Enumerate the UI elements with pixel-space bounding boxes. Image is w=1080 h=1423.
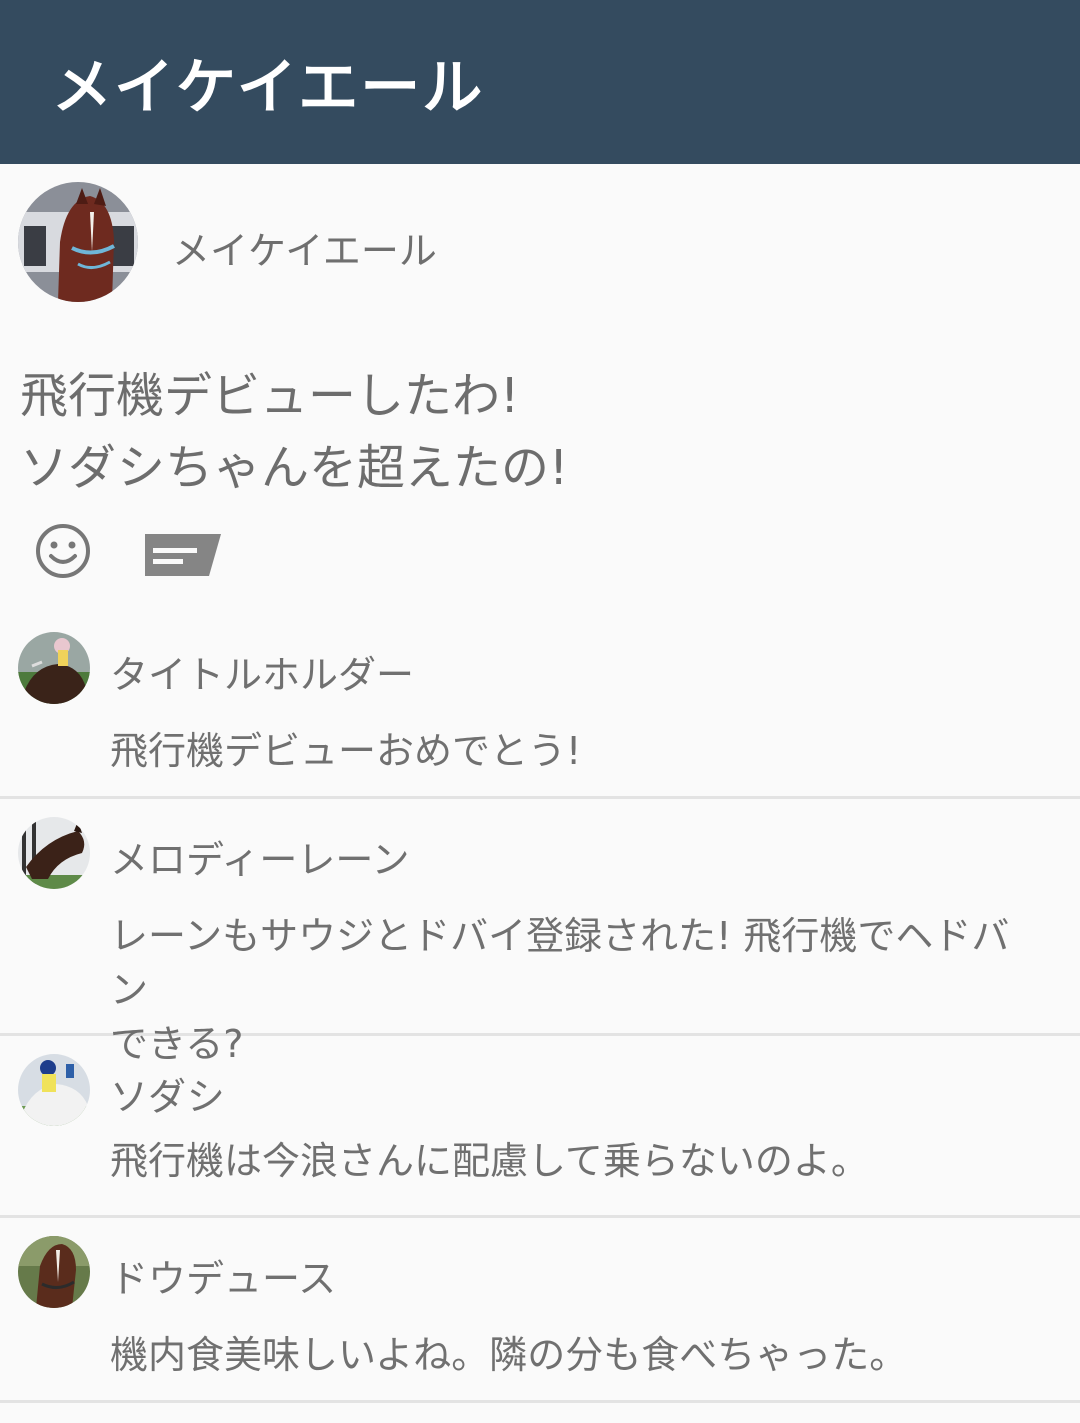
comment-text-line: レーンもサウジとドバイ登録された! 飛行機でヘドバン — [110, 914, 1010, 1012]
comment-text: 機内食美味しいよね。隣の分も食べちゃった。 — [110, 1333, 908, 1377]
commenter-avatar[interactable] — [18, 632, 90, 704]
commenter-name[interactable]: タイトルホルダー — [110, 644, 414, 699]
commenter-name[interactable]: メロディーレーン — [110, 829, 409, 884]
commenter-name[interactable]: ドウデュース — [110, 1248, 336, 1303]
author-avatar[interactable] — [18, 182, 138, 302]
comment-item: ソダシ 飛行機は今浪さんに配慮して乗らないのよ。 — [0, 1036, 1080, 1218]
comment-item: ドウデュース 機内食美味しいよね。隣の分も食べちゃった。 — [0, 1218, 1080, 1403]
comment-text: 飛行機は今浪さんに配慮して乗らないのよ。 — [110, 1139, 869, 1183]
post-author-name[interactable]: メイケイエール — [172, 220, 437, 275]
app-title: メイケイエール — [52, 52, 485, 123]
commenter-avatar[interactable] — [18, 1236, 90, 1308]
commenter-avatar[interactable] — [18, 817, 90, 889]
post-actions — [0, 504, 1080, 614]
post-text-line: 飛行機デビューしたわ! — [20, 368, 520, 424]
post-header: メイケイエール — [0, 164, 1080, 324]
post-text-line: ソダシちゃんを超えたの! — [20, 440, 569, 496]
smile-icon[interactable] — [34, 522, 92, 580]
comment-item: メロディーレーン レーンもサウジとドバイ登録された! 飛行機でヘドバン できる? — [0, 799, 1080, 1066]
comment-icon[interactable] — [145, 530, 221, 576]
post-body: 飛行機デビューしたわ! ソダシちゃんを超えたの! — [0, 360, 1080, 504]
commenter-name[interactable]: ソダシ — [110, 1066, 225, 1121]
comment-item: タイトルホルダー 飛行機デビューおめでとう! — [0, 614, 1080, 799]
comment-text: 飛行機デビューおめでとう! — [110, 729, 582, 773]
commenter-avatar[interactable] — [18, 1054, 90, 1126]
app-bar: メイケイエール — [0, 0, 1080, 164]
